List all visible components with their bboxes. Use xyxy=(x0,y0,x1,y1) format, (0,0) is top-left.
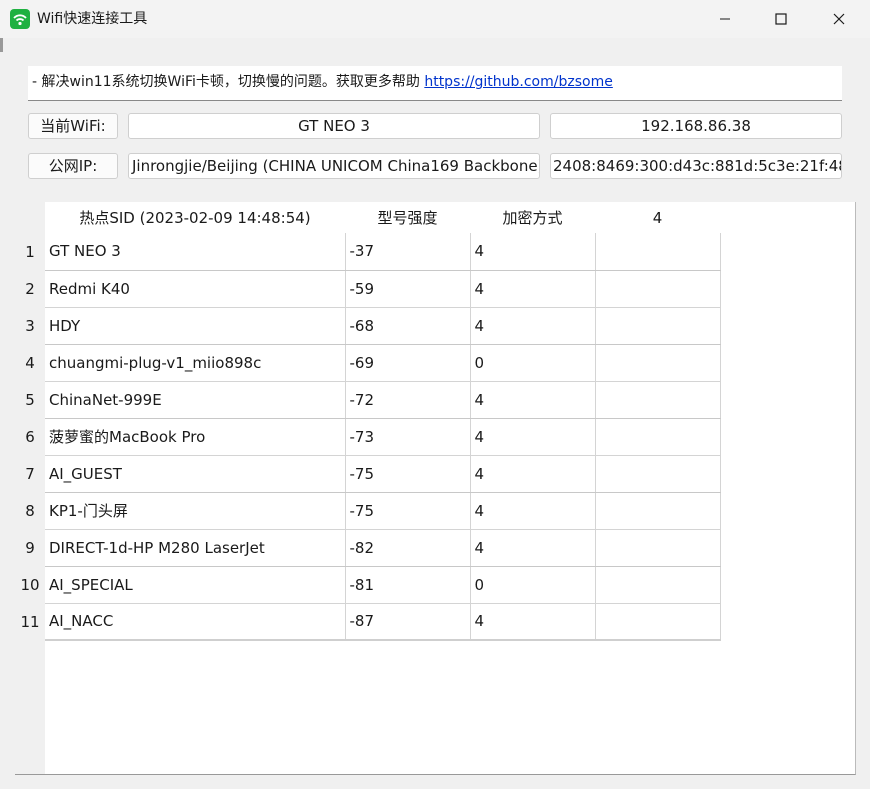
extra-cell[interactable] xyxy=(595,566,721,604)
ssid-cell[interactable]: AI_SPECIAL xyxy=(45,566,346,604)
signal-cell[interactable]: -87 xyxy=(345,603,471,641)
signal-cell[interactable]: -69 xyxy=(345,344,471,382)
row-number: 8 xyxy=(15,492,45,529)
table-row[interactable]: 5 ChinaNet-999E -72 4 xyxy=(15,381,721,419)
extra-cell[interactable] xyxy=(595,418,721,456)
table-row[interactable]: 4 chuangmi-plug-v1_miio898c -69 0 xyxy=(15,344,721,382)
encryption-cell[interactable]: 4 xyxy=(470,529,596,567)
public-ip-location-field[interactable]: Jinrongjie/Beijing (CHINA UNICOM China16… xyxy=(128,153,540,179)
minimize-icon xyxy=(720,18,730,20)
row-number: 11 xyxy=(15,603,45,640)
table-row[interactable]: 3 HDY -68 4 xyxy=(15,307,721,345)
extra-cell[interactable] xyxy=(595,344,721,382)
extra-cell[interactable] xyxy=(595,233,721,271)
extra-cell[interactable] xyxy=(595,492,721,530)
signal-cell[interactable]: -72 xyxy=(345,381,471,419)
encryption-cell[interactable]: 4 xyxy=(470,270,596,308)
ssid-cell[interactable]: 菠萝蜜的MacBook Pro xyxy=(45,418,346,456)
row-number: 10 xyxy=(15,566,45,603)
signal-cell[interactable]: -37 xyxy=(345,233,471,271)
row-number: 1 xyxy=(15,233,45,270)
row-number: 2 xyxy=(15,270,45,307)
table-row[interactable]: 11 AI_NACC -87 4 xyxy=(15,603,721,641)
row-number: 9 xyxy=(15,529,45,566)
ssid-cell[interactable]: DIRECT-1d-HP M280 LaserJet xyxy=(45,529,346,567)
encryption-cell[interactable]: 4 xyxy=(470,492,596,530)
row-number: 5 xyxy=(15,381,45,418)
column-header-signal[interactable]: 型号强度 xyxy=(345,202,470,233)
ssid-cell[interactable]: ChinaNet-999E xyxy=(45,381,346,419)
table-row[interactable]: 7 AI_GUEST -75 4 xyxy=(15,455,721,493)
maximize-button[interactable] xyxy=(752,0,810,38)
signal-cell[interactable]: -59 xyxy=(345,270,471,308)
row-number: 4 xyxy=(15,344,45,381)
window-title: Wifi快速连接工具 xyxy=(37,11,148,27)
ssid-cell[interactable]: chuangmi-plug-v1_miio898c xyxy=(45,344,346,382)
help-link[interactable]: https://github.com/bzsome xyxy=(424,74,613,90)
current-ssid-field[interactable]: GT NEO 3 xyxy=(128,113,540,139)
ssid-cell[interactable]: KP1-门头屏 xyxy=(45,492,346,530)
info-prefix: - 解决win11系统切换WiFi卡顿，切换慢的问题。获取更多帮助 xyxy=(32,74,425,90)
public-ipv6-field[interactable]: 2408:8469:300:d43c:881d:5c3e:21f:48a0 xyxy=(550,153,842,179)
app-window: Wifi快速连接工具 - 解决win11系统切换WiFi卡顿，切换慢的问题。获取… xyxy=(0,0,870,789)
ssid-cell[interactable]: AI_GUEST xyxy=(45,455,346,493)
signal-cell[interactable]: -73 xyxy=(345,418,471,456)
encryption-cell[interactable]: 0 xyxy=(470,344,596,382)
corner-header xyxy=(15,202,45,233)
encryption-cell[interactable]: 0 xyxy=(470,566,596,604)
encryption-cell[interactable]: 4 xyxy=(470,233,596,271)
wifi-icon xyxy=(10,9,30,29)
encryption-cell[interactable]: 4 xyxy=(470,455,596,493)
row-number: 6 xyxy=(15,418,45,455)
extra-cell[interactable] xyxy=(595,455,721,493)
signal-cell[interactable]: -81 xyxy=(345,566,471,604)
local-ip-field[interactable]: 192.168.86.38 xyxy=(550,113,842,139)
extra-cell[interactable] xyxy=(595,381,721,419)
table-row[interactable]: 9 DIRECT-1d-HP M280 LaserJet -82 4 xyxy=(15,529,721,567)
window-edge xyxy=(0,38,3,52)
encryption-cell[interactable]: 4 xyxy=(470,418,596,456)
encryption-cell[interactable]: 4 xyxy=(470,381,596,419)
extra-cell[interactable] xyxy=(595,603,721,641)
maximize-icon xyxy=(775,13,787,25)
table-row[interactable]: 1 GT NEO 3 -37 4 xyxy=(15,233,721,271)
ssid-cell[interactable]: GT NEO 3 xyxy=(45,233,346,271)
signal-cell[interactable]: -75 xyxy=(345,455,471,493)
column-header-encryption[interactable]: 加密方式 xyxy=(470,202,595,233)
table-row[interactable]: 8 KP1-门头屏 -75 4 xyxy=(15,492,721,530)
extra-cell[interactable] xyxy=(595,529,721,567)
close-icon xyxy=(833,13,845,25)
minimize-button[interactable] xyxy=(696,0,754,38)
row-number: 7 xyxy=(15,455,45,492)
row-number: 3 xyxy=(15,307,45,344)
encryption-cell[interactable]: 4 xyxy=(470,603,596,641)
table-row[interactable]: 6 菠萝蜜的MacBook Pro -73 4 xyxy=(15,418,721,456)
public-ip-label: 公网IP: xyxy=(28,153,118,179)
signal-cell[interactable]: -68 xyxy=(345,307,471,345)
column-header-extra[interactable]: 4 xyxy=(595,202,720,233)
info-text: - 解决win11系统切换WiFi卡顿，切换慢的问题。获取更多帮助 https:… xyxy=(32,73,613,91)
ssid-cell[interactable]: AI_NACC xyxy=(45,603,346,641)
info-banner: - 解决win11系统切换WiFi卡顿，切换慢的问题。获取更多帮助 https:… xyxy=(28,66,842,101)
ssid-cell[interactable]: HDY xyxy=(45,307,346,345)
wifi-table-panel: 热点SID (2023-02-09 14:48:54) 型号强度 加密方式 4 … xyxy=(15,202,856,775)
signal-cell[interactable]: -75 xyxy=(345,492,471,530)
extra-cell[interactable] xyxy=(595,307,721,345)
encryption-cell[interactable]: 4 xyxy=(470,307,596,345)
table-row[interactable]: 2 Redmi K40 -59 4 xyxy=(15,270,721,308)
column-header-ssid[interactable]: 热点SID (2023-02-09 14:48:54) xyxy=(45,202,345,233)
current-wifi-label: 当前WiFi: xyxy=(28,113,118,139)
wifi-table: 热点SID (2023-02-09 14:48:54) 型号强度 加密方式 4 … xyxy=(15,202,721,641)
close-button[interactable] xyxy=(810,0,868,38)
table-header-row: 热点SID (2023-02-09 14:48:54) 型号强度 加密方式 4 xyxy=(15,202,720,233)
table-row[interactable]: 10 AI_SPECIAL -81 0 xyxy=(15,566,721,604)
extra-cell[interactable] xyxy=(595,270,721,308)
ssid-cell[interactable]: Redmi K40 xyxy=(45,270,346,308)
title-bar[interactable]: Wifi快速连接工具 xyxy=(0,0,870,38)
signal-cell[interactable]: -82 xyxy=(345,529,471,567)
